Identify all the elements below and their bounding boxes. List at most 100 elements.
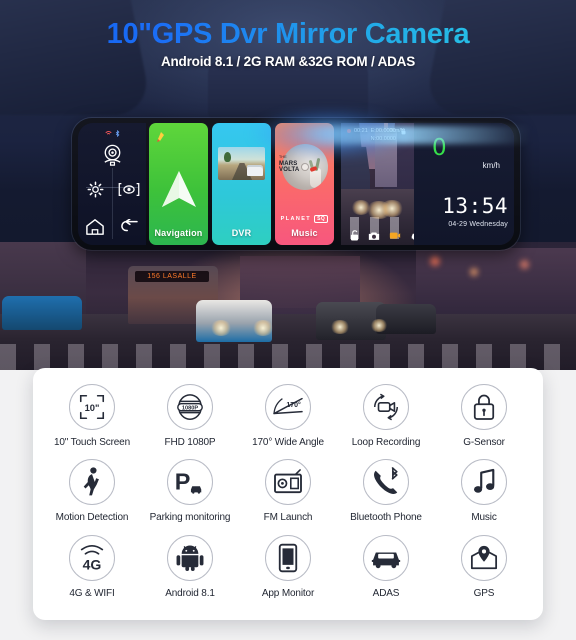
- app-card-dvr[interactable]: DVR: [212, 123, 271, 245]
- osd-latitude: N:00.0000: [370, 136, 396, 142]
- settings-gear-icon[interactable]: [87, 181, 104, 198]
- 4g-wifi-icon: 4G: [69, 534, 115, 581]
- roof-console: [208, 60, 368, 120]
- resolution-1080p-icon: 1080P: [167, 384, 213, 430]
- crosswalk-stripes: [0, 344, 576, 370]
- live-camera-feed: 00:21 0km/h E:00.0000 N:00.0000: [341, 123, 414, 245]
- hero-section: 156 LASALLE 10"GPS Dvr Mirror Camera And…: [0, 0, 576, 370]
- svg-text:170°: 170°: [286, 401, 301, 409]
- feature-label: 170° Wide Angle: [252, 437, 324, 448]
- street-light-1: [430, 256, 440, 266]
- music-note-icon: [461, 459, 507, 506]
- device-control-strip: [78, 123, 146, 245]
- feature-item-fhd-1080p[interactable]: 1080P FHD 1080P: [141, 384, 239, 448]
- feature-item-bluetooth-phone[interactable]: Bluetooth Phone: [337, 459, 435, 523]
- feature-label: FHD 1080P: [164, 437, 216, 448]
- gps-location-icon: [461, 534, 507, 581]
- motion-detection-icon: [69, 459, 115, 506]
- feature-item-touch-screen[interactable]: 10" 10" Touch Screen: [43, 384, 141, 448]
- feature-label: FM Launch: [263, 512, 313, 524]
- app-card-music[interactable]: THE MARS VOLTA PLANET SQ Music: [275, 123, 334, 245]
- feature-item-app-monitor[interactable]: App Monitor: [239, 534, 337, 599]
- feature-item-fm-launch[interactable]: FM Launch: [239, 459, 337, 523]
- adas-car-icon: [363, 534, 409, 581]
- video-record-icon[interactable]: [389, 231, 401, 240]
- feature-label: App Monitor: [261, 587, 315, 599]
- lock-g-sensor-icon: [461, 384, 507, 430]
- app-card-navigation[interactable]: Navigation: [149, 123, 208, 245]
- screen-size-icon: 10": [69, 384, 115, 430]
- speed-unit: km/h: [482, 161, 500, 170]
- feature-item-parking-monitoring[interactable]: P Parking monitoring: [141, 459, 239, 523]
- record-dot-icon: [347, 129, 351, 133]
- feature-item-loop-recording[interactable]: Loop Recording: [337, 384, 435, 448]
- album-tag: SQ: [314, 215, 329, 223]
- eye-bracket-icon[interactable]: [118, 182, 140, 197]
- page-subtitle: Android 8.1 / 2G RAM &32G ROM / ADAS: [160, 54, 416, 69]
- osd-lock-icon: [401, 128, 406, 135]
- parking-monitoring-icon: P: [167, 459, 213, 506]
- unlock-icon[interactable]: [350, 230, 359, 241]
- dvr-osd-overlay: 00:21 0km/h E:00.0000 N:00.0000: [341, 123, 414, 245]
- car-blue-left: [2, 296, 82, 330]
- feature-item-motion-detection[interactable]: Motion Detection: [43, 459, 141, 523]
- dvr-toolbar: [341, 230, 414, 241]
- headlight-1: [210, 320, 232, 336]
- svg-text:10": 10": [85, 403, 100, 413]
- android-icon: [167, 534, 213, 581]
- feature-item-gps[interactable]: GPS: [435, 534, 533, 599]
- feature-label: Android 8.1: [165, 587, 215, 599]
- mirror-dashcam-device: Navigation DVR THE MARS VOLTA PLANET SQ …: [72, 118, 520, 250]
- live-dvr-panel[interactable]: 00:21 0 km/h E:00.0000 N:00.0000 0 km/h 1…: [341, 123, 514, 245]
- app-monitor-icon: [265, 534, 311, 581]
- feature-grid: 10" 10" Touch Screen 1080P FHD 1080P 170…: [33, 368, 543, 620]
- navigation-arrow-icon: [159, 169, 199, 211]
- app-card-label: Music: [291, 228, 318, 238]
- feature-item-android[interactable]: Android 8.1: [141, 534, 239, 599]
- clock-date: 04-29 Wednesday: [448, 221, 508, 228]
- speed-value: 0: [432, 135, 447, 161]
- product-banner-page: 156 LASALLE 10"GPS Dvr Mirror Camera And…: [0, 0, 576, 640]
- app-card-label: Navigation: [154, 228, 203, 238]
- album-title-row: PLANET SQ: [275, 215, 334, 223]
- vehicle-info-panel: 0 km/h 13:54 04-29 Wednesday: [414, 123, 514, 245]
- home-icon[interactable]: [85, 218, 105, 236]
- feature-item-wide-angle[interactable]: 170° 170° Wide Angle: [239, 384, 337, 448]
- app-card-label: DVR: [231, 228, 252, 238]
- album-artist-volta: VOLTA: [279, 167, 300, 173]
- feature-label: G-Sensor: [463, 437, 505, 448]
- control-divider-vertical: [112, 168, 113, 239]
- navigation-pin-icon: [156, 131, 166, 143]
- recording-time: 00:21: [354, 128, 368, 134]
- feature-label: Parking monitoring: [149, 512, 231, 524]
- status-icons: [104, 126, 120, 140]
- album-center-hole: [301, 164, 308, 170]
- feature-label: Motion Detection: [55, 512, 129, 524]
- back-arrow-icon[interactable]: [119, 219, 139, 235]
- headlight-2: [252, 320, 274, 336]
- camera-icon[interactable]: [100, 142, 125, 167]
- feature-label: Bluetooth Phone: [350, 512, 422, 524]
- osd-coordinates: E:00.0000 N:00.0000: [371, 127, 396, 143]
- svg-text:1080P: 1080P: [182, 405, 198, 411]
- osd-longitude: E:00.0000: [370, 128, 396, 134]
- feature-item-4g-wifi[interactable]: 4G 4G & WIFI: [43, 534, 141, 599]
- street-light-3: [520, 260, 529, 269]
- feature-item-g-sensor[interactable]: G-Sensor: [435, 384, 533, 448]
- photo-camera-icon[interactable]: [368, 231, 380, 241]
- street-light-2: [470, 268, 478, 276]
- feature-item-music[interactable]: Music: [435, 459, 533, 523]
- svg-text:4G: 4G: [83, 556, 102, 572]
- album-artist: THE MARS VOLTA: [279, 154, 299, 174]
- feature-label: ADAS: [372, 587, 400, 599]
- dvr-white-car: [247, 165, 263, 176]
- feature-label: 4G & WIFI: [69, 587, 115, 599]
- clock-time: 13:54: [442, 194, 508, 218]
- street-scene: 156 LASALLE: [0, 242, 576, 370]
- page-title: 10"GPS Dvr Mirror Camera: [0, 18, 576, 51]
- app-shortcut-cards: Navigation DVR THE MARS VOLTA PLANET SQ …: [146, 123, 337, 245]
- headlight-3: [330, 320, 350, 334]
- dvr-tree: [224, 152, 231, 162]
- fm-radio-icon: [265, 459, 311, 506]
- feature-item-adas[interactable]: ADAS: [337, 534, 435, 599]
